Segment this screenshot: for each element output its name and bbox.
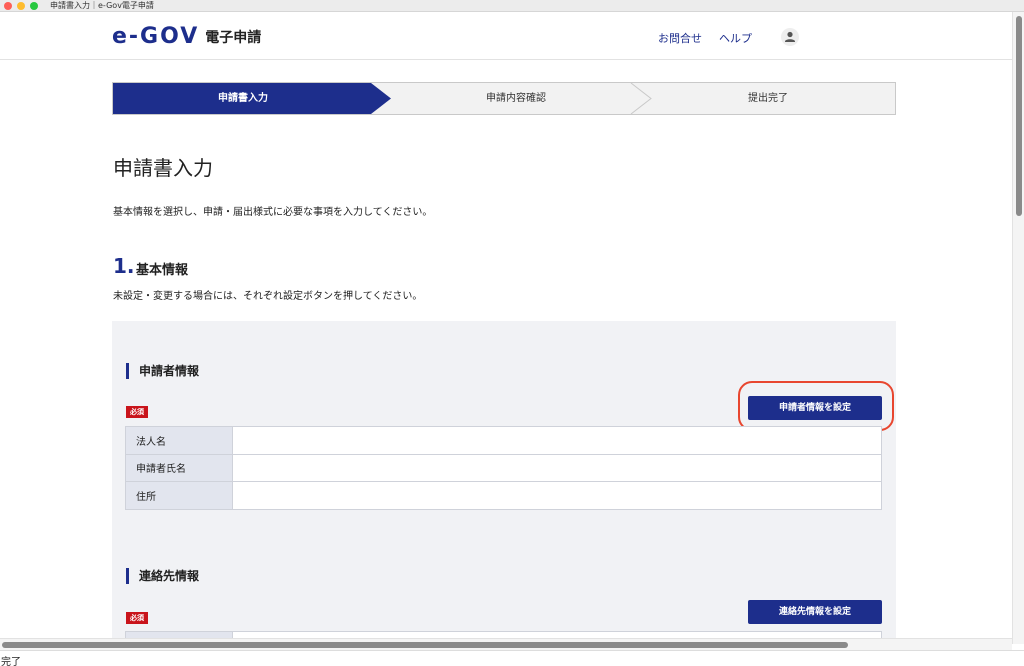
highlight-annotation xyxy=(738,381,894,431)
table-row: 申請者氏名 xyxy=(125,453,882,482)
user-account-icon[interactable] xyxy=(781,28,799,46)
set-contact-info-button[interactable]: 連絡先情報を設定 xyxy=(748,600,882,624)
page-intro: 基本情報を選択し、申請・届出様式に必要な事項を入力してください。 xyxy=(113,207,433,218)
vertical-scroll-thumb[interactable] xyxy=(1016,16,1022,216)
row-label-address: 住所 xyxy=(125,481,233,510)
logo-mark: e-GOV xyxy=(112,24,200,49)
egov-logo[interactable]: e-GOV 電子申請 xyxy=(112,24,261,49)
site-header: e-GOV 電子申請 お問合せ ヘルプ xyxy=(0,12,1012,60)
applicant-info-table: 法人名 申請者氏名 住所 xyxy=(125,426,882,510)
step-submission-complete: 提出完了 xyxy=(748,93,788,104)
step-application-input: 申請書入力 xyxy=(218,93,268,104)
section-description: 未設定・変更する場合には、それぞれ設定ボタンを押してください。 xyxy=(113,291,423,302)
contact-info-heading: 連絡先情報 xyxy=(126,568,199,584)
window-titlebar: 申請書入力｜e-Gov電子申請 xyxy=(0,0,1024,12)
help-link[interactable]: ヘルプ xyxy=(719,30,752,46)
vertical-scrollbar[interactable] xyxy=(1012,12,1024,644)
row-label-applicant-name: 申請者氏名 xyxy=(125,453,233,482)
table-row: 法人名 xyxy=(125,426,882,455)
step-confirm-content: 申請内容確認 xyxy=(486,93,546,104)
window-maximize-icon[interactable] xyxy=(30,2,38,10)
horizontal-scrollbar[interactable] xyxy=(0,638,1012,650)
window-title: 申請書入力｜e-Gov電子申請 xyxy=(50,1,154,10)
section-number: 1. xyxy=(113,254,135,278)
row-value-address xyxy=(232,481,882,510)
horizontal-scroll-thumb[interactable] xyxy=(2,642,848,648)
window-close-icon[interactable] xyxy=(4,2,12,10)
page-title: 申請書入力 xyxy=(113,156,213,180)
required-badge: 必須 xyxy=(126,406,148,418)
row-value-applicant-name xyxy=(232,453,882,482)
section-title: 基本情報 xyxy=(136,263,189,278)
logo-text: 電子申請 xyxy=(205,29,262,46)
row-label-corporate-name: 法人名 xyxy=(125,426,233,455)
window-minimize-icon[interactable] xyxy=(17,2,25,10)
status-text: 完了 xyxy=(1,657,21,666)
progress-stepper: 申請書入力 申請内容確認 提出完了 xyxy=(112,82,896,115)
table-row: 住所 xyxy=(125,481,882,510)
applicant-info-heading: 申請者情報 xyxy=(126,363,199,379)
contact-link[interactable]: お問合せ xyxy=(658,30,702,46)
required-badge: 必須 xyxy=(126,612,148,624)
contact-info-table xyxy=(125,631,882,639)
row-value-corporate-name xyxy=(232,426,882,455)
status-bar: 完了 xyxy=(0,650,1024,666)
